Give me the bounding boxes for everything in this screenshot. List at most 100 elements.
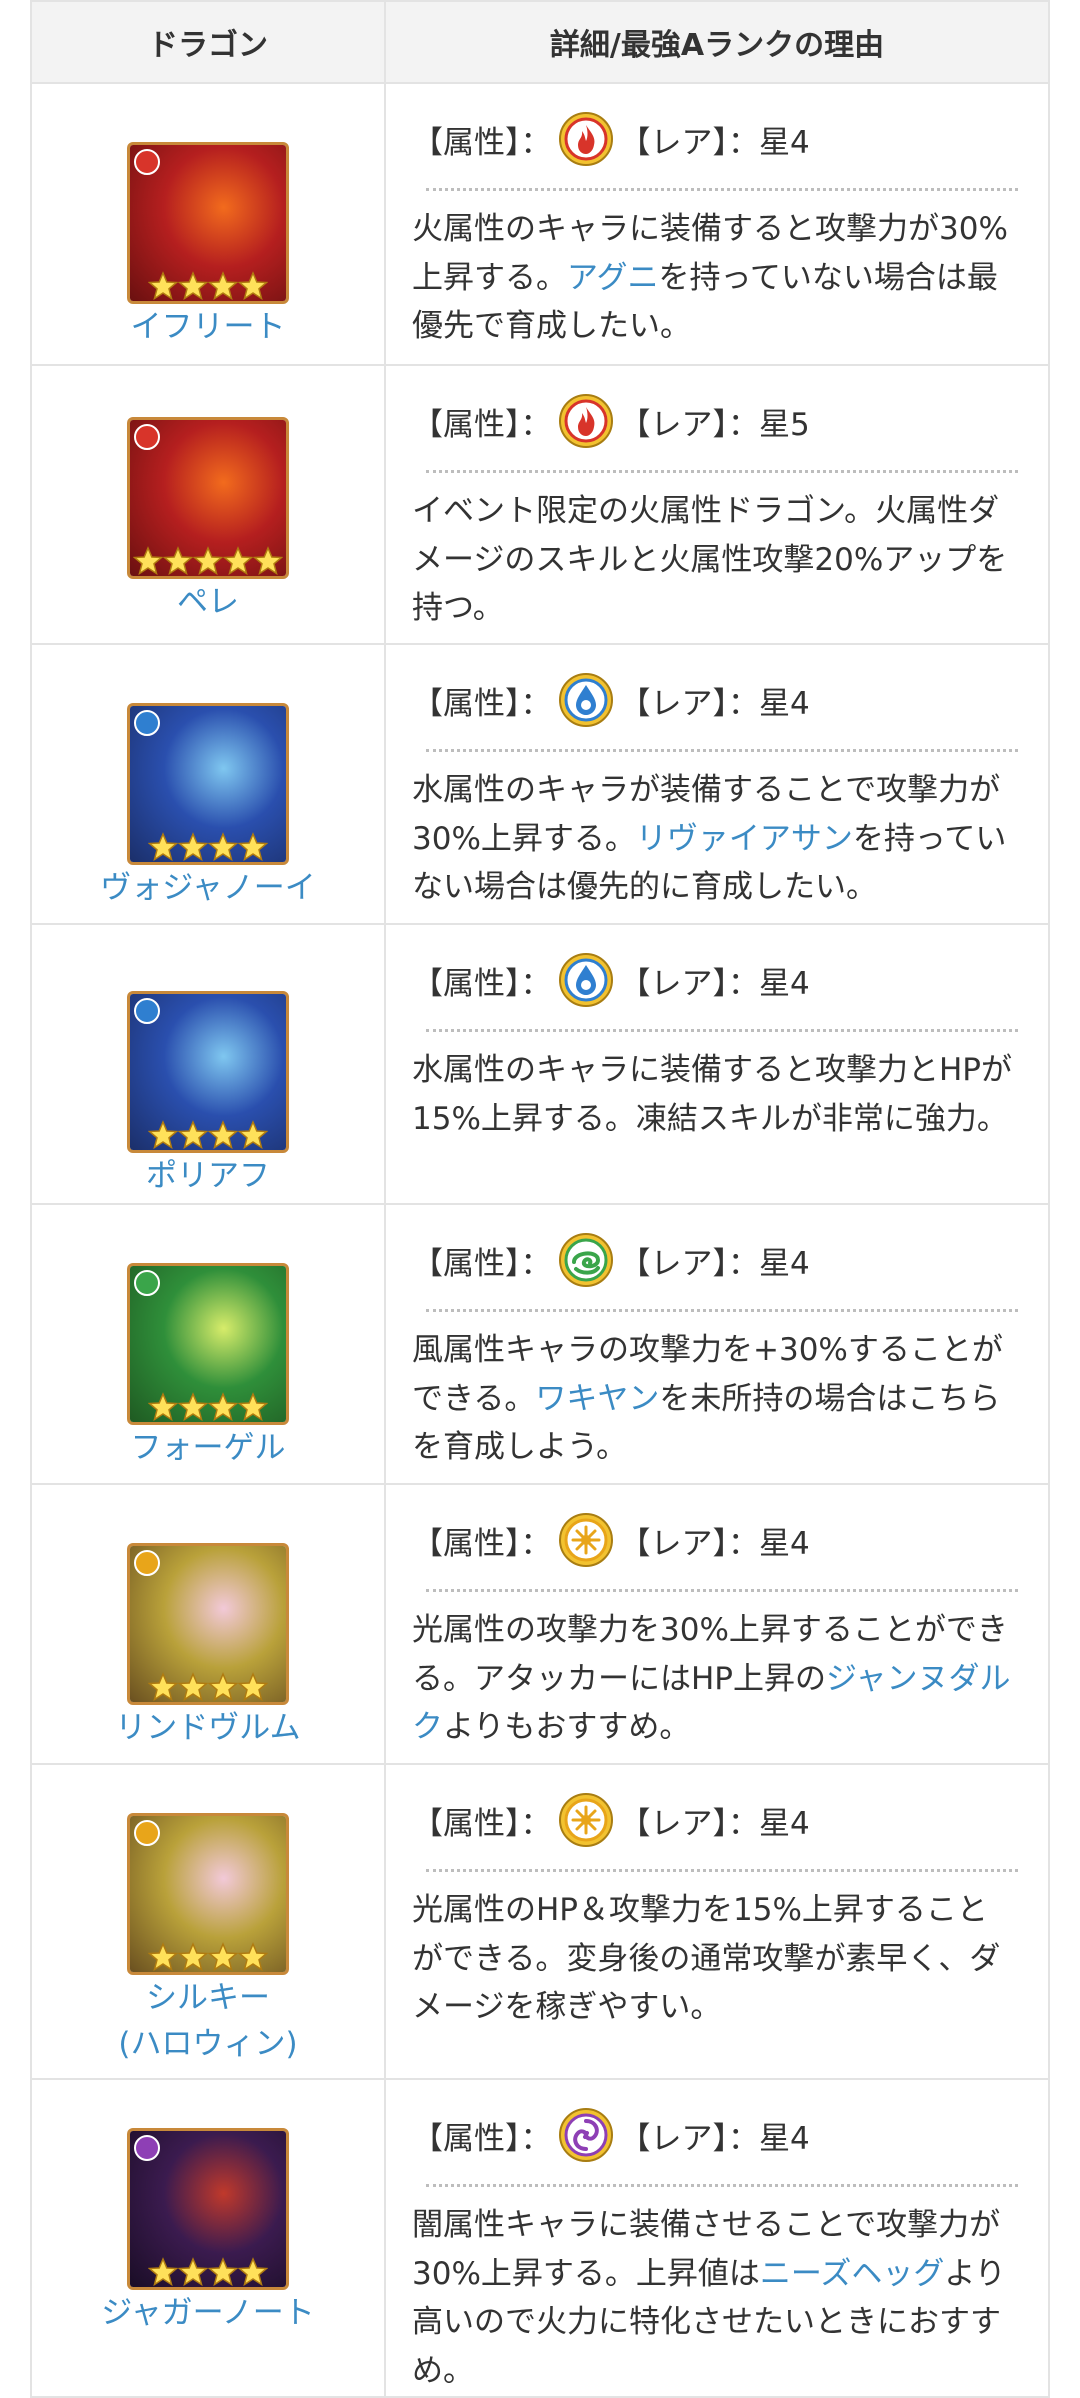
rarity-stars — [130, 1116, 286, 1150]
dragon-name[interactable]: フォーゲル — [131, 1430, 286, 1466]
dragon-name-variant[interactable]: (ハロウィン) — [118, 2026, 297, 2062]
star-icon — [237, 1672, 269, 1702]
table-row: ヴォジャノーイ 【属性】： 【レア】： 星4 水属性のキャラが装備することで攻撃… — [30, 643, 1050, 925]
desc-text: 光属性のHP＆攻撃力を15%上昇することができる。変身後の通常攻撃が素早く、ダメ… — [412, 1892, 1001, 2025]
star-icon — [222, 546, 254, 576]
star-icon — [207, 832, 239, 862]
dragon-name[interactable]: ペレ — [177, 584, 239, 620]
dragon-name-link[interactable]: シルキー (ハロウィン) — [118, 1975, 297, 2067]
rare-value: 星5 — [759, 406, 810, 443]
wind-element-icon — [558, 1232, 614, 1288]
star-icon — [237, 2257, 269, 2287]
description: イベント限定の火属性ドラゴン。火属性ダメージのスキルと火属性攻撃20%アップを持… — [412, 487, 1018, 633]
dragon-cell: シルキー (ハロウィン) — [30, 1763, 386, 2080]
rarity-stars — [130, 828, 286, 862]
attribute-line: 【属性】： 【レア】： 星4 — [412, 1485, 1018, 1589]
water-element-icon — [558, 952, 614, 1008]
related-dragon-link[interactable]: ワキヤン — [535, 1381, 659, 1417]
dragon-name[interactable]: イフリート — [131, 309, 286, 345]
detail-cell: 【属性】： 【レア】： 星4 光属性のHP＆攻撃力を15%上昇することができる。… — [384, 1763, 1050, 2080]
attr-label: 【属性】： — [412, 1805, 552, 1842]
water-element-icon — [558, 672, 614, 728]
dotted-divider — [426, 1589, 1018, 1592]
dragon-name-link[interactable]: ジャガーノート — [101, 2290, 315, 2336]
star-icon — [237, 1120, 269, 1150]
dragon-name[interactable]: リンドヴルム — [115, 1710, 300, 1746]
light-element-icon — [558, 1792, 614, 1848]
attr-label: 【属性】： — [412, 965, 552, 1002]
dragon-name[interactable]: シルキー — [146, 1980, 270, 2016]
attr-label: 【属性】： — [412, 2120, 552, 2157]
dotted-divider — [426, 188, 1018, 191]
dragon-thumbnail[interactable] — [127, 703, 289, 865]
dragon-thumbnail[interactable] — [127, 1263, 289, 1425]
dragon-cell: ポリアフ — [30, 923, 386, 1205]
desc-text: イベント限定の火属性ドラゴン。火属性ダメージのスキルと火属性攻撃20%アップを持… — [412, 493, 1008, 626]
header-detail: 詳細/最強Aランクの理由 — [384, 0, 1050, 84]
star-icon — [147, 1120, 179, 1150]
dragon-thumbnail[interactable] — [127, 1543, 289, 1705]
star-icon — [147, 271, 179, 301]
detail-cell: 【属性】： 【レア】： 星4 水属性のキャラが装備することで攻撃力が30%上昇す… — [384, 643, 1050, 925]
water-badge-icon — [134, 710, 160, 736]
dragon-name[interactable]: ジャガーノート — [101, 2295, 315, 2331]
star-icon — [177, 1392, 209, 1422]
description: 闇属性キャラに装備させることで攻撃力が30%上昇する。上昇値はニーズヘッグより高… — [412, 2201, 1018, 2395]
rare-value: 星4 — [759, 685, 810, 722]
attribute-line: 【属性】： 【レア】： 星4 — [412, 645, 1018, 749]
description: 水属性のキャラが装備することで攻撃力が30%上昇する。リヴァイアサンを持っていな… — [412, 766, 1018, 912]
description: 光属性の攻撃力を30%上昇することができる。アタッカーにはHP上昇のジャンヌダル… — [412, 1606, 1018, 1752]
related-dragon-link[interactable]: ニーズヘッグ — [760, 2256, 944, 2292]
dragon-name[interactable]: ヴォジャノーイ — [100, 870, 315, 906]
dragon-name-link[interactable]: フォーゲル — [131, 1425, 286, 1471]
dotted-divider — [426, 470, 1018, 473]
dragon-thumbnail[interactable] — [127, 417, 289, 579]
desc-text-tail: よりもおすすめ。 — [443, 1709, 691, 1745]
star-icon — [207, 1942, 239, 1972]
fire-badge-icon — [134, 149, 160, 175]
rarity-stars — [130, 2253, 286, 2287]
dotted-divider — [426, 2184, 1018, 2187]
star-icon — [192, 546, 224, 576]
dragon-cell: ペレ — [30, 364, 386, 645]
star-icon — [147, 1672, 179, 1702]
rare-label: 【レア】： — [619, 124, 760, 161]
wind-badge-icon — [134, 1270, 160, 1296]
dragon-name-link[interactable]: イフリート — [131, 304, 286, 350]
rarity-stars — [130, 1938, 286, 1972]
dragon-name-link[interactable]: ポリアフ — [146, 1153, 270, 1199]
rarity-stars — [130, 267, 286, 301]
star-icon — [177, 1120, 209, 1150]
rare-label: 【レア】： — [619, 685, 760, 722]
fire-badge-icon — [134, 424, 160, 450]
star-icon — [237, 832, 269, 862]
star-icon — [177, 271, 209, 301]
rarity-stars — [130, 1668, 286, 1702]
dragon-thumbnail[interactable] — [127, 1813, 289, 1975]
dragon-cell: ヴォジャノーイ — [30, 643, 386, 925]
detail-cell: 【属性】： 【レア】： 星4 風属性キャラの攻撃力を+30%することができる。ワ… — [384, 1203, 1050, 1485]
dragon-thumbnail[interactable] — [127, 991, 289, 1153]
dragon-name-link[interactable]: リンドヴルム — [115, 1705, 300, 1751]
related-dragon-link[interactable]: アグニ — [567, 260, 658, 296]
detail-cell: 【属性】： 【レア】： 星4 光属性の攻撃力を30%上昇することができる。アタッ… — [384, 1483, 1050, 1765]
fire-element-icon — [558, 393, 614, 449]
description: 水属性のキャラに装備すると攻撃力とHPが15%上昇する。凍結スキルが非常に強力。 — [412, 1046, 1018, 1143]
light-badge-icon — [134, 1550, 160, 1576]
star-icon — [177, 2257, 209, 2287]
fire-element-icon — [558, 111, 614, 167]
dragon-name[interactable]: ポリアフ — [146, 1158, 270, 1194]
dragon-name-link[interactable]: ヴォジャノーイ — [100, 865, 315, 911]
header-dragon: ドラゴン — [30, 0, 386, 84]
rarity-stars — [130, 542, 286, 576]
star-icon — [177, 832, 209, 862]
dotted-divider — [426, 749, 1018, 752]
star-icon — [207, 2257, 239, 2287]
dragon-thumbnail[interactable] — [127, 2128, 289, 2290]
related-dragon-link[interactable]: リヴァイアサン — [636, 821, 853, 857]
dragon-name-link[interactable]: ペレ — [177, 579, 239, 625]
description: 光属性のHP＆攻撃力を15%上昇することができる。変身後の通常攻撃が素早く、ダメ… — [412, 1886, 1018, 2032]
star-icon — [237, 271, 269, 301]
star-icon — [147, 1942, 179, 1972]
dragon-thumbnail[interactable] — [127, 142, 289, 304]
